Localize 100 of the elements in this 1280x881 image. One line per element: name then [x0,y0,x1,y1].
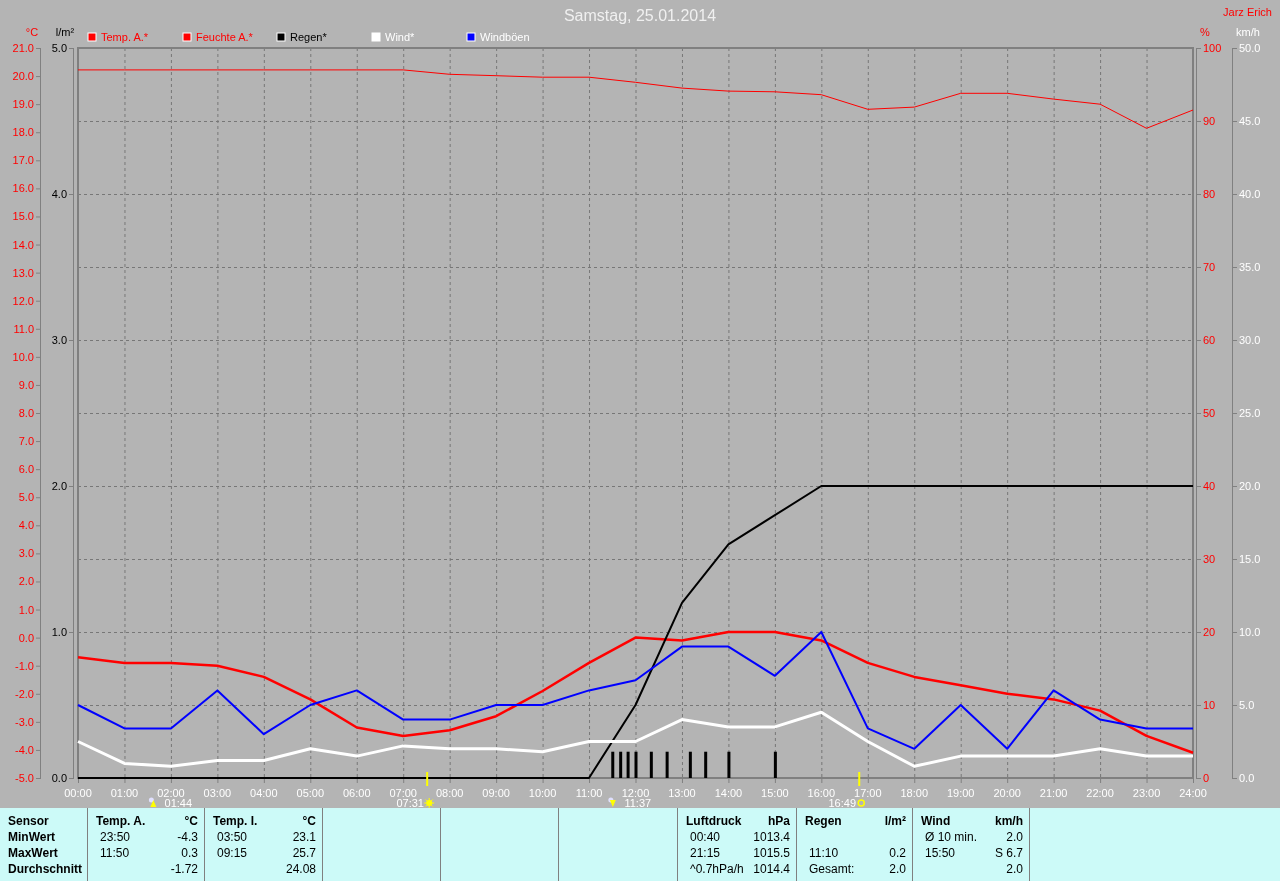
axis-tick-label: 8.0 [18,407,34,419]
axis-tick-label: 10.0 [12,350,34,363]
axis-tick-label: 24:00 [1179,787,1207,799]
axis-tick-label: 2.0 [18,575,34,588]
column-unit: km/h [995,813,1023,829]
axis-tick-label: 5.0 [18,491,34,504]
axis-tick-label: 17.0 [12,154,34,167]
chart-title: Samstag, 25.01.2014 [563,7,717,24]
rain-bar [665,751,669,778]
axis-tick-label: 0 [1203,772,1210,784]
event-time: 11:37 [624,797,652,808]
stats-time: Ø 10 min. [924,829,978,845]
stats-time: ^0.7hPa/h [689,861,744,877]
event-marker [426,771,429,787]
column-header: Temp. I. [213,813,258,829]
rain-bar [649,751,653,778]
moon-arrow-icon [148,797,157,807]
event-time: 07:31 [396,797,424,808]
axis-tick-label: 11.0 [13,322,34,335]
column-unit: °C [184,813,198,829]
axis-tick-label: 20.0 [1239,480,1261,492]
axis-tick-label: 10.0 [1239,626,1261,638]
axis-tick-label: 09:00 [482,787,510,799]
axis-tick-label: -1.0 [15,659,34,672]
axis-tick-label: 02:00 [157,787,185,799]
stats-value: -4.3 [177,829,198,845]
moon-arrow-icon [608,797,616,807]
row-label: Durchschnitt [8,861,82,877]
legend-label: Windböen [480,31,530,43]
column-header: Wind [921,813,951,829]
axis-unit: % [1200,26,1210,38]
axis-tick-label: 18.0 [12,126,34,139]
stats-value: 25.7 [292,845,316,861]
axis-tick-label: 15.0 [12,210,34,223]
axis-tick-label: 13:00 [668,787,696,799]
axis-tick-label: 14:00 [714,787,743,799]
axis-unit: km/h [1236,26,1260,38]
axis-tick-label: 100 [1203,42,1222,54]
column-unit: °C [302,813,316,829]
axis-tick-label: 3.0 [18,547,34,560]
stats-time: 09:15 [216,845,248,861]
axis-tick-label: 1.0 [18,603,34,616]
stats-value: 2.0 [1006,861,1023,877]
axis-tick-label: 20 [1203,626,1216,638]
rain-bar [773,751,777,778]
rain-bar [619,751,623,778]
axis-tick-label: 14.0 [12,238,34,251]
axis-tick-label: 20.0 [12,70,34,83]
axis-tick-label: 0.0 [18,631,34,644]
axis-tick-label: 35.0 [1239,261,1261,273]
rain-bar [611,751,615,778]
axis-tick-label: 07:00 [389,787,417,799]
row-label: Sensor [8,813,49,829]
axis-tick-label: 5.0 [51,42,67,54]
axis-tick-label: 40.0 [1239,188,1261,200]
axis-tick-label: 0.0 [51,772,67,784]
axis-tick-label: 20:00 [993,787,1021,799]
axis-tick-label: 9.0 [18,378,34,391]
axis-tick-label: 40 [1203,480,1216,492]
event-time: 16:49 [828,797,856,808]
axis-tick-label: 01:00 [110,787,139,799]
axis-tick-label: 10 [1203,699,1216,711]
axis-tick-label: 25.0 [1239,407,1261,419]
axis-tick-label: 19.0 [12,98,34,111]
axis-tick-label: 6.0 [18,463,34,476]
stats-value: 24.08 [285,861,316,877]
axis-tick-label: 15:00 [761,787,789,799]
axis-tick-label: 50.0 [1239,42,1261,54]
axis-tick-label: 2.0 [51,480,67,492]
stats-value: 1014.4 [753,861,790,877]
stats-time: 00:40 [689,829,721,845]
event-marker [858,771,861,787]
stats-time: 15:50 [924,845,956,861]
axis-tick-label: 0.0 [1239,772,1255,784]
stats-value: 0.2 [889,845,906,861]
author-name: Jarz Erich [1223,6,1272,18]
axis-tick-label: -4.0 [15,743,34,756]
rain-bar [626,751,630,778]
axis-unit: l/m² [55,26,75,38]
axis-tick-label: 08:00 [435,787,464,799]
axis-tick-label: 23:00 [1132,787,1161,799]
stats-time: 21:15 [689,845,721,861]
axis-tick-label: 80 [1203,188,1216,200]
stats-time: 11:50 [99,845,130,861]
axis-tick-label: 1.0 [51,626,67,638]
axis-tick-label: 50 [1203,407,1216,419]
axis-tick-label: 21:00 [1039,787,1068,799]
axis-tick-label: 19:00 [946,787,975,799]
axis-tick-label: 3.0 [51,334,67,346]
axis-tick-label: 60 [1203,334,1216,346]
axis-tick-label: 30.0 [1239,334,1261,346]
stats-value: 2.0 [1006,829,1023,845]
axis-tick-label: 11:00 [575,787,603,799]
column-header: Temp. A. [96,813,146,829]
stats-value: 23.1 [292,829,316,845]
stats-time: Gesamt: [808,861,855,877]
axis-tick-label: 70 [1203,261,1216,273]
column-header: Regen [805,813,842,829]
axis-tick-label: 06:00 [343,787,371,799]
stats-value: 2.0 [889,861,906,877]
